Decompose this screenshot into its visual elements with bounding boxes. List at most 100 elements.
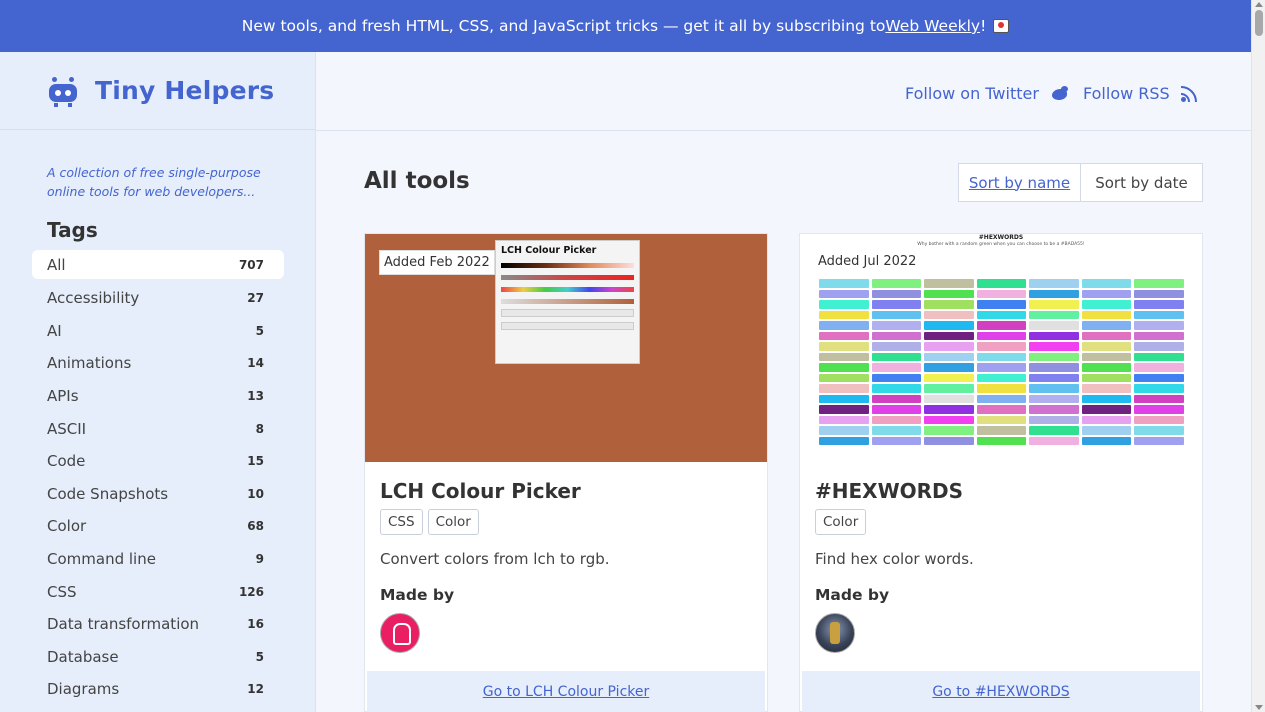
hex-swatch (1029, 289, 1079, 298)
follow-twitter-link[interactable]: Follow on Twitter (905, 84, 1069, 103)
hex-swatch (1134, 384, 1184, 393)
hex-swatch (819, 300, 869, 309)
hex-swatch (819, 279, 869, 288)
hex-swatch (924, 321, 974, 330)
hex-swatch (819, 342, 869, 351)
hex-swatch (924, 289, 974, 298)
scrollbar-thumb[interactable] (1255, 10, 1263, 36)
hex-swatch (819, 415, 869, 424)
tag-item-accessibility[interactable]: Accessibility 27 (32, 282, 284, 315)
tag-item-animations[interactable]: Animations 14 (32, 347, 284, 380)
hex-swatch (1029, 300, 1079, 309)
follow-rss-link[interactable]: Follow RSS (1083, 84, 1198, 103)
tag-item-apis[interactable]: APIs 13 (32, 380, 284, 413)
hex-swatch (819, 436, 869, 445)
tag-label: CSS (47, 582, 77, 601)
tag-label: Code (47, 452, 86, 471)
hex-swatch (1029, 426, 1079, 435)
tool-description: Find hex color words. (815, 550, 974, 568)
rss-icon (1180, 85, 1198, 102)
tag-item-code-snapshots[interactable]: Code Snapshots 10 (32, 478, 284, 511)
follow-rss-label: Follow RSS (1083, 84, 1170, 103)
tool-preview-image[interactable]: LCH Colour Picker Added Feb 2022 (365, 234, 767, 462)
hex-swatch (1081, 405, 1132, 414)
tag-item-code[interactable]: Code 15 (32, 445, 284, 478)
tag-count: 68 (247, 519, 264, 534)
lch-preview-panel: LCH Colour Picker (495, 240, 640, 364)
added-date-badge: Added Feb 2022 (379, 250, 495, 275)
tool-tag[interactable]: Color (427, 509, 479, 535)
hex-swatch (924, 394, 974, 403)
tag-item-color[interactable]: Color 68 (32, 510, 284, 543)
hex-swatch (1134, 300, 1184, 309)
tool-title[interactable]: LCH Colour Picker (380, 479, 581, 503)
hex-swatch (1029, 331, 1079, 340)
tag-count: 9 (255, 552, 264, 567)
tool-tag[interactable]: Color (815, 509, 867, 535)
hex-swatch (1134, 342, 1184, 351)
tag-label: Code Snapshots (47, 484, 169, 503)
author-avatar[interactable] (815, 613, 855, 653)
tag-item-all[interactable]: All 707 (32, 250, 284, 279)
hex-swatch (924, 426, 974, 435)
tool-title[interactable]: #HEXWORDS (815, 479, 963, 503)
tag-item-diagrams[interactable]: Diagrams 12 (32, 673, 284, 706)
sort-by-name-button[interactable]: Sort by name (959, 164, 1081, 201)
scroll-down-icon[interactable] (1255, 705, 1263, 710)
tag-count: 10 (247, 486, 264, 501)
tag-item-ai[interactable]: AI 5 (32, 315, 284, 348)
hex-swatch (871, 384, 922, 393)
tag-count: 707 (238, 257, 264, 272)
hex-swatch (976, 436, 1027, 445)
hex-swatch (1081, 352, 1132, 361)
hex-swatch (819, 405, 869, 414)
hex-swatch (1134, 331, 1184, 340)
site-tagline: A collection of free single-purpose onli… (47, 165, 261, 199)
hex-swatch (1134, 321, 1184, 330)
hex-swatch (1134, 394, 1184, 403)
tag-item-database[interactable]: Database 5 (32, 641, 284, 674)
hex-swatch (1134, 279, 1184, 288)
tags-heading: Tags (47, 218, 98, 242)
tag-label: APIs (47, 387, 79, 406)
hex-swatch (1029, 436, 1079, 445)
hex-swatch (1081, 363, 1132, 372)
tag-item-command-line[interactable]: Command line 9 (32, 543, 284, 576)
hex-swatch (1029, 342, 1079, 351)
hex-swatch (819, 373, 869, 382)
tag-item-css[interactable]: CSS 126 (32, 575, 284, 608)
tag-label: All (47, 255, 66, 274)
logo-link[interactable]: Tiny Helpers (0, 52, 315, 130)
hex-swatch (819, 384, 869, 393)
tag-item-data-transformation[interactable]: Data transformation 16 (32, 608, 284, 641)
hex-swatch (976, 363, 1027, 372)
author-avatar[interactable] (380, 613, 420, 653)
tool-preview-image[interactable]: #HEXWORDS Why bother with a random green… (800, 234, 1202, 462)
web-weekly-link[interactable]: Web Weekly (885, 17, 980, 35)
hex-swatch (924, 436, 974, 445)
scroll-up-icon[interactable] (1255, 2, 1263, 7)
tool-card: #HEXWORDS Why bother with a random green… (799, 233, 1203, 712)
hex-swatch (871, 289, 922, 298)
hex-swatch (871, 394, 922, 403)
sort-by-date-button[interactable]: Sort by date (1081, 164, 1202, 201)
hex-swatch (924, 331, 974, 340)
sort-controls: Sort by name Sort by date (958, 163, 1203, 202)
hex-swatch (976, 279, 1027, 288)
hex-swatch (871, 373, 922, 382)
hex-swatch (1081, 384, 1132, 393)
go-to-tool-link[interactable]: Go to #HEXWORDS (802, 671, 1200, 712)
hex-swatch (976, 310, 1027, 319)
hex-swatch (1029, 373, 1079, 382)
tool-tag[interactable]: CSS (380, 509, 423, 535)
hex-swatch (819, 426, 869, 435)
page-scrollbar[interactable] (1251, 0, 1265, 712)
go-to-tool-link[interactable]: Go to LCH Colour Picker (367, 671, 765, 712)
hex-swatch (924, 279, 974, 288)
hexwords-preview: #HEXWORDS Why bother with a random green… (800, 234, 1202, 462)
hex-swatch (871, 342, 922, 351)
hex-swatch (871, 405, 922, 414)
tag-item-ascii[interactable]: ASCII 8 (32, 412, 284, 445)
hex-swatch (1029, 394, 1079, 403)
mail-icon (993, 19, 1010, 33)
